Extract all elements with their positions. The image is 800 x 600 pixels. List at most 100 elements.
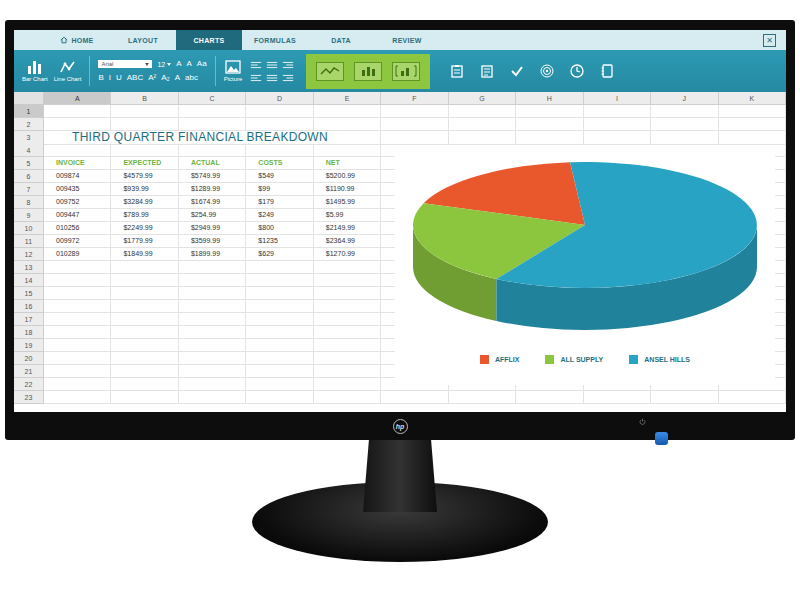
align-icon[interactable] (266, 74, 278, 82)
sheet-cell[interactable] (179, 144, 246, 157)
row-header[interactable]: 3 (14, 131, 44, 145)
row-header[interactable]: 15 (14, 287, 44, 300)
sheet-title[interactable]: THIRD QUARTER FINANCIAL BREAKDOWN (44, 131, 381, 145)
font-tool-button[interactable]: A (187, 59, 192, 69)
sheet-cell[interactable] (179, 365, 246, 378)
format-button[interactable]: abc (185, 73, 198, 83)
sheet-cell[interactable]: $1779.99 (111, 235, 178, 248)
sheet-cell[interactable] (314, 313, 381, 326)
sheet-cell[interactable] (381, 118, 448, 131)
column-title-cell[interactable]: EXPECTED (111, 157, 178, 170)
column-header[interactable]: H (516, 92, 583, 105)
sheet-cell[interactable] (516, 391, 583, 404)
sheet-cell[interactable]: $2149.99 (314, 222, 381, 235)
chart-type-button[interactable]: Bar Chart (22, 60, 48, 82)
format-button[interactable]: A₂ (161, 73, 169, 83)
pie-chart[interactable]: AFFLIX ALL SUPPLY ANSEL HILLS (395, 145, 775, 385)
sheet-cell[interactable] (516, 105, 583, 118)
sheet-cell[interactable]: $1495.99 (314, 196, 381, 209)
sheet-cell[interactable] (44, 287, 111, 300)
sheet-cell[interactable] (179, 105, 246, 118)
select-all-corner[interactable] (14, 92, 44, 105)
row-header[interactable]: 17 (14, 313, 44, 326)
align-icon[interactable] (266, 61, 278, 69)
sheet-cell[interactable] (651, 105, 718, 118)
sheet-cell[interactable]: $1849.99 (111, 248, 178, 261)
sheet-cell[interactable] (44, 300, 111, 313)
sheet-cell[interactable] (179, 313, 246, 326)
row-header[interactable]: 11 (14, 235, 44, 248)
clipboard-icon[interactable] (450, 64, 464, 78)
sheet-cell[interactable] (314, 118, 381, 131)
sheet-cell[interactable] (179, 118, 246, 131)
sheet-cell[interactable] (246, 274, 313, 287)
format-button[interactable]: A² (148, 73, 156, 83)
sheet-cell[interactable]: $939.99 (111, 183, 178, 196)
ribbon-tab[interactable]: FORMULAS (242, 30, 308, 50)
sheet-cell[interactable] (246, 391, 313, 404)
sheet-cell[interactable] (179, 352, 246, 365)
ribbon-tab[interactable]: REVIEW (374, 30, 440, 50)
row-header[interactable]: 12 (14, 248, 44, 261)
format-button[interactable]: I (109, 73, 111, 83)
sheet-cell[interactable] (179, 261, 246, 274)
column-header[interactable]: J (651, 92, 718, 105)
sheet-cell[interactable] (314, 365, 381, 378)
sheet-cell[interactable]: $5.99 (314, 209, 381, 222)
checkmark-icon[interactable] (510, 64, 524, 78)
sheet-cell[interactable] (449, 118, 516, 131)
column-title-cell[interactable]: INVOICE (44, 157, 111, 170)
sheet-cell[interactable] (516, 118, 583, 131)
sheet-cell[interactable]: $249 (246, 209, 313, 222)
sheet-cell[interactable] (44, 365, 111, 378)
sheet-cell[interactable] (44, 352, 111, 365)
sheet-cell[interactable] (314, 287, 381, 300)
sheet-cell[interactable]: 009972 (44, 235, 111, 248)
ribbon-tab[interactable]: LAYOUT (110, 30, 176, 50)
row-header[interactable]: 2 (14, 118, 44, 131)
sheet-cell[interactable] (111, 313, 178, 326)
row-header[interactable]: 18 (14, 326, 44, 339)
picture-button[interactable]: Picture (224, 60, 243, 82)
sheet-cell[interactable]: $629 (246, 248, 313, 261)
sheet-cell[interactable] (246, 339, 313, 352)
sheet-cell[interactable] (111, 300, 178, 313)
sheet-cell[interactable] (179, 391, 246, 404)
ribbon-tab[interactable]: CHARTS (176, 30, 242, 50)
list-clipboard-icon[interactable] (480, 64, 494, 78)
sheet-cell[interactable] (44, 326, 111, 339)
column-header[interactable]: B (111, 92, 178, 105)
sheet-cell[interactable] (246, 378, 313, 391)
sheet-cell[interactable]: $5200.99 (314, 170, 381, 183)
sheet-cell[interactable] (719, 118, 786, 131)
sheet-cell[interactable] (44, 391, 111, 404)
chart-style-button[interactable] (316, 62, 344, 81)
chart-style-button[interactable] (392, 62, 420, 81)
sheet-cell[interactable] (381, 131, 448, 145)
sheet-cell[interactable] (246, 118, 313, 131)
sheet-cell[interactable] (179, 378, 246, 391)
sheet-cell[interactable]: $1674.99 (179, 196, 246, 209)
sheet-cell[interactable] (44, 378, 111, 391)
sheet-cell[interactable] (246, 261, 313, 274)
sheet-cell[interactable]: 009447 (44, 209, 111, 222)
sheet-cell[interactable]: $549 (246, 170, 313, 183)
sheet-cell[interactable] (516, 131, 583, 145)
ribbon-tab[interactable]: DATA (308, 30, 374, 50)
sheet-cell[interactable] (651, 118, 718, 131)
sheet-cell[interactable]: $1899.99 (179, 248, 246, 261)
sheet-cell[interactable] (44, 274, 111, 287)
sheet-cell[interactable] (314, 339, 381, 352)
sheet-cell[interactable] (584, 105, 651, 118)
sheet-cell[interactable] (246, 287, 313, 300)
sheet-cell[interactable]: 010289 (44, 248, 111, 261)
sheet-cell[interactable] (584, 118, 651, 131)
row-header[interactable]: 20 (14, 352, 44, 365)
font-tool-button[interactable]: A (176, 59, 181, 69)
sheet-cell[interactable]: $1190.99 (314, 183, 381, 196)
book-icon[interactable] (600, 64, 614, 78)
row-header[interactable]: 16 (14, 300, 44, 313)
sheet-cell[interactable] (44, 105, 111, 118)
sheet-cell[interactable] (651, 131, 718, 145)
sheet-cell[interactable] (111, 326, 178, 339)
